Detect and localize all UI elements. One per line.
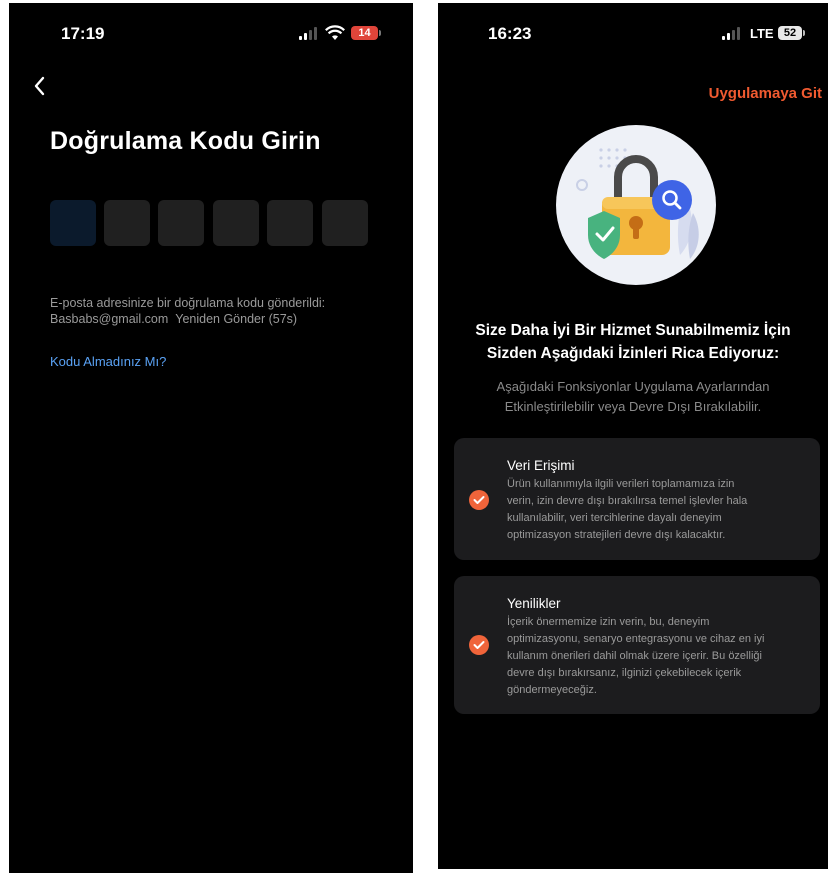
verification-screen: 17:19 14 Doğrulama Kodu Girin E-posta ad… <box>9 3 413 873</box>
code-digit-5[interactable] <box>267 200 313 246</box>
battery-nub <box>803 30 805 36</box>
permissions-heading: Size Daha İyi Bir Hizmet Sunabilmemiz İç… <box>448 319 818 365</box>
description-line: devre dışı bırakırsanız, ilginizi çekebi… <box>507 667 742 679</box>
resend-button[interactable]: Yeniden Gönder (57s) <box>175 312 297 326</box>
battery-indicator: 52 <box>778 26 802 40</box>
permissions-subtitle: Aşağıdaki Fonksiyonlar Uygulama Ayarları… <box>448 377 818 417</box>
status-bar: 16:23 LTE 52 <box>438 3 828 63</box>
heading-line: Sizden Aşağıdaki İzinleri Rica Ediyoruz: <box>486 345 780 362</box>
battery-indicator: 14 <box>351 26 378 40</box>
code-digit-2[interactable] <box>104 200 150 246</box>
code-digit-3[interactable] <box>158 200 204 246</box>
email-address: Basbabs@gmail.com <box>50 312 169 326</box>
checkbox-checked-icon[interactable] <box>469 635 489 655</box>
status-time: 16:23 <box>488 24 532 43</box>
permission-description: İçerik önermemize izin verin, bu, deneyi… <box>507 614 807 699</box>
code-digit-6[interactable] <box>322 200 368 246</box>
permission-card-data-access[interactable]: Veri Erişimi Ürün kullanımıyla ilgili ve… <box>454 438 820 560</box>
page-title: Doğrulama Kodu Girin <box>50 127 321 155</box>
cellular-signal-icon <box>722 26 744 40</box>
cellular-signal-icon <box>299 26 321 40</box>
status-time: 17:19 <box>61 24 105 43</box>
info-line: E-posta adresinize bir doğrulama kodu gö… <box>50 296 326 310</box>
go-to-app-button[interactable]: Uygulamaya Git <box>709 85 822 102</box>
checkbox-checked-icon[interactable] <box>469 490 489 510</box>
permissions-screen: 16:23 LTE 52 Uygulamaya Git Size Daha İy… <box>438 3 828 869</box>
wifi-icon <box>325 25 345 40</box>
subtitle-line: Etkinleştirilebilir veya Devre Dışı Bıra… <box>504 399 762 414</box>
code-sent-info: E-posta adresinize bir doğrulama kodu gö… <box>50 295 390 327</box>
code-digit-1[interactable] <box>50 200 96 246</box>
status-bar: 17:19 14 <box>9 3 413 63</box>
description-line: kullanılabilir, veri tercihlerine dayalı… <box>507 512 722 524</box>
magnifier-icon <box>652 180 692 220</box>
permission-description: Ürün kullanımıyla ilgili verileri toplam… <box>507 476 807 544</box>
permission-title: Yenilikler <box>507 596 561 611</box>
description-line: optimizasyon stratejileri devre dışı kal… <box>507 529 726 541</box>
subtitle-line: Aşağıdaki Fonksiyonlar Uygulama Ayarları… <box>496 379 770 394</box>
didnt-receive-code-link[interactable]: Kodu Almadınız Mı? <box>50 354 166 369</box>
battery-nub <box>379 30 381 36</box>
description-line: İçerik önermemize izin verin, bu, deneyi… <box>507 616 710 628</box>
heading-line: Size Daha İyi Bir Hizmet Sunabilmemiz İç… <box>475 322 791 339</box>
security-illustration <box>556 125 716 285</box>
network-type: LTE <box>750 26 774 41</box>
permission-card-updates[interactable]: Yenilikler İçerik önermemize izin verin,… <box>454 576 820 714</box>
description-line: optimizasyonu, senaryo entegrasyonu ve c… <box>507 633 765 645</box>
description-line: göndermeyeceğiz. <box>507 684 597 696</box>
description-line: kullanım önerileri dahil olmak üzere içe… <box>507 650 762 662</box>
description-line: verin, izin devre dışı bırakılırsa temel… <box>507 495 748 507</box>
back-chevron-icon[interactable] <box>31 75 49 97</box>
permission-title: Veri Erişimi <box>507 458 575 473</box>
description-line: Ürün kullanımıyla ilgili verileri toplam… <box>507 478 735 490</box>
code-digit-4[interactable] <box>213 200 259 246</box>
